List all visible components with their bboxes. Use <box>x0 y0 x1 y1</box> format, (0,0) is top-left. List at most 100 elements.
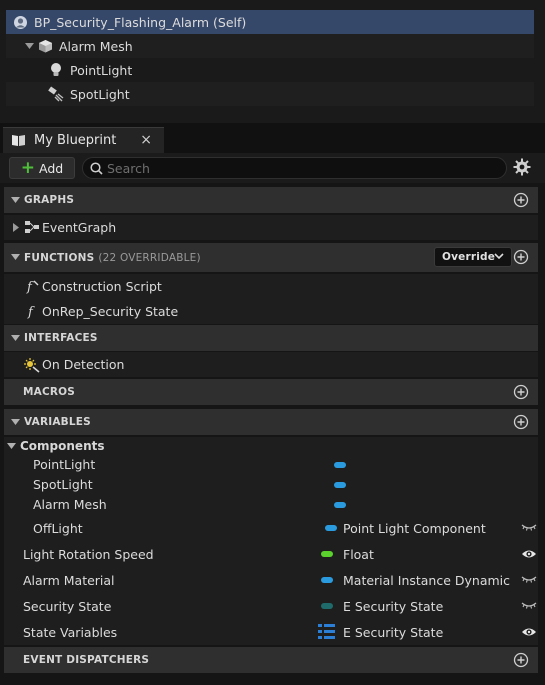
plus-icon: + <box>20 157 36 178</box>
eye-closed-icon[interactable] <box>521 600 537 615</box>
variable-name: State Variables <box>23 625 118 640</box>
variable-pointlight[interactable]: PointLight <box>4 455 538 475</box>
graph-icon <box>24 220 40 236</box>
components-panel: BP_Security_Flashing_Alarm (Self) Alarm … <box>0 0 545 123</box>
section-variables[interactable]: VARIABLES <box>4 409 538 435</box>
caret-down-icon <box>10 253 20 263</box>
variable-name: Security State <box>23 599 112 614</box>
variable-alarm-mesh[interactable]: Alarm Mesh <box>4 495 538 515</box>
book-icon <box>11 134 26 147</box>
function-item-label: OnRep_Security State <box>42 304 179 319</box>
variable-type: Point Light Component <box>343 521 486 536</box>
function-item-onrep-security-state[interactable]: f OnRep_Security State <box>4 299 538 324</box>
eye-open-icon[interactable] <box>521 626 537 641</box>
blueprint-self-icon <box>12 14 28 30</box>
graph-item-eventgraph[interactable]: EventGraph <box>4 215 538 240</box>
section-graphs[interactable]: GRAPHS <box>4 187 538 213</box>
construction-function-icon: f <box>24 279 40 295</box>
add-circle-icon[interactable] <box>513 652 529 668</box>
tab-my-blueprint[interactable]: My Blueprint × <box>3 127 164 153</box>
function-icon: f <box>24 304 40 320</box>
variable-name: Alarm Mesh <box>33 497 107 512</box>
search-input[interactable] <box>107 160 487 176</box>
section-macros[interactable]: MACROS <box>4 379 538 405</box>
search-icon <box>90 162 103 178</box>
function-item-construction-script[interactable]: f Construction Script <box>4 274 538 299</box>
override-label: Override <box>442 251 496 263</box>
interface-item-label: On Detection <box>42 357 125 372</box>
variable-type-pill <box>321 603 333 609</box>
tree-item-label: PointLight <box>70 62 133 78</box>
variable-spotlight[interactable]: SpotLight <box>4 475 538 495</box>
tree-item-pointlight[interactable]: PointLight <box>6 58 534 82</box>
variable-type-pill <box>334 462 346 468</box>
variable-type: E Security State <box>343 599 444 614</box>
tree-root-label: BP_Security_Flashing_Alarm (Self) <box>34 14 247 30</box>
caret-right-icon[interactable] <box>8 220 24 236</box>
variable-type-pill <box>334 502 346 508</box>
section-functions[interactable]: FUNCTIONS (22 OVERRIDABLE) Override <box>4 243 538 272</box>
light-bulb-icon <box>48 62 64 78</box>
variable-name: Alarm Material <box>23 573 115 588</box>
section-title: MACROS <box>23 386 76 398</box>
category-label: Components <box>20 439 105 453</box>
section-title: FUNCTIONS <box>24 251 95 264</box>
tree-item-spotlight[interactable]: SpotLight <box>6 82 534 106</box>
override-dropdown[interactable]: Override <box>434 247 512 267</box>
section-title: INTERFACES <box>24 332 98 344</box>
section-event-dispatchers[interactable]: EVENT DISPATCHERS <box>4 647 538 673</box>
variable-type: E Security State <box>343 625 444 640</box>
add-button[interactable]: + Add <box>9 157 75 179</box>
tab-bar: My Blueprint × <box>0 123 545 153</box>
add-circle-icon[interactable] <box>513 249 529 265</box>
tree-item-alarm-mesh[interactable]: Alarm Mesh <box>6 34 534 58</box>
section-interfaces[interactable]: INTERFACES <box>4 325 538 351</box>
function-item-label: Construction Script <box>42 279 162 294</box>
chevron-down-icon <box>494 252 504 264</box>
section-subtitle: (22 OVERRIDABLE) <box>98 251 201 264</box>
caret-down-icon <box>10 417 20 427</box>
cube-icon <box>37 38 53 54</box>
tree-root-self[interactable]: BP_Security_Flashing_Alarm (Self) <box>6 10 534 34</box>
map-container-icon <box>318 624 335 642</box>
spotlight-icon <box>48 86 64 102</box>
variable-name: OffLight <box>33 521 83 536</box>
eye-closed-icon[interactable] <box>521 574 537 589</box>
variable-type-pill <box>325 525 337 531</box>
interface-event-icon <box>24 357 40 373</box>
section-title: EVENT DISPATCHERS <box>23 654 150 666</box>
variable-light-rotation-speed[interactable]: Light Rotation Speed Float <box>4 541 538 567</box>
variable-state-variables[interactable]: State Variables E Security State <box>4 619 538 645</box>
eye-closed-icon[interactable] <box>521 522 537 537</box>
graph-item-label: EventGraph <box>42 220 117 235</box>
tree-item-label: SpotLight <box>70 86 130 102</box>
add-circle-icon[interactable] <box>513 384 529 400</box>
add-button-label: Add <box>39 160 64 176</box>
tab-label: My Blueprint <box>34 133 117 148</box>
gear-icon[interactable] <box>513 158 531 179</box>
eye-open-icon[interactable] <box>521 548 537 563</box>
variable-name: SpotLight <box>33 477 93 492</box>
caret-down-icon[interactable] <box>24 41 34 51</box>
svg-text:f: f <box>26 280 34 294</box>
search-box[interactable] <box>82 157 507 179</box>
variable-security-state[interactable]: Security State E Security State <box>4 593 538 619</box>
variable-name: Light Rotation Speed <box>23 547 154 562</box>
variable-name: PointLight <box>33 457 96 472</box>
variable-type: Material Instance Dynamic <box>343 573 511 588</box>
variable-alarm-material[interactable]: Alarm Material Material Instance Dynamic <box>4 567 538 593</box>
section-title: GRAPHS <box>24 194 75 206</box>
add-circle-icon[interactable] <box>513 414 529 430</box>
variable-type-pill <box>321 577 333 583</box>
section-title: VARIABLES <box>24 416 91 428</box>
add-circle-icon[interactable] <box>513 192 529 208</box>
variable-type-pill <box>321 551 333 557</box>
svg-text:f: f <box>27 305 35 319</box>
close-icon[interactable]: × <box>140 132 152 148</box>
components-category[interactable]: Components <box>4 437 538 455</box>
caret-down-icon <box>10 333 20 343</box>
tree-item-label: Alarm Mesh <box>59 38 133 54</box>
interface-item-on-detection[interactable]: On Detection <box>4 352 538 377</box>
variable-type: Float <box>343 547 374 562</box>
variable-offlight[interactable]: OffLight Point Light Component <box>4 515 538 541</box>
